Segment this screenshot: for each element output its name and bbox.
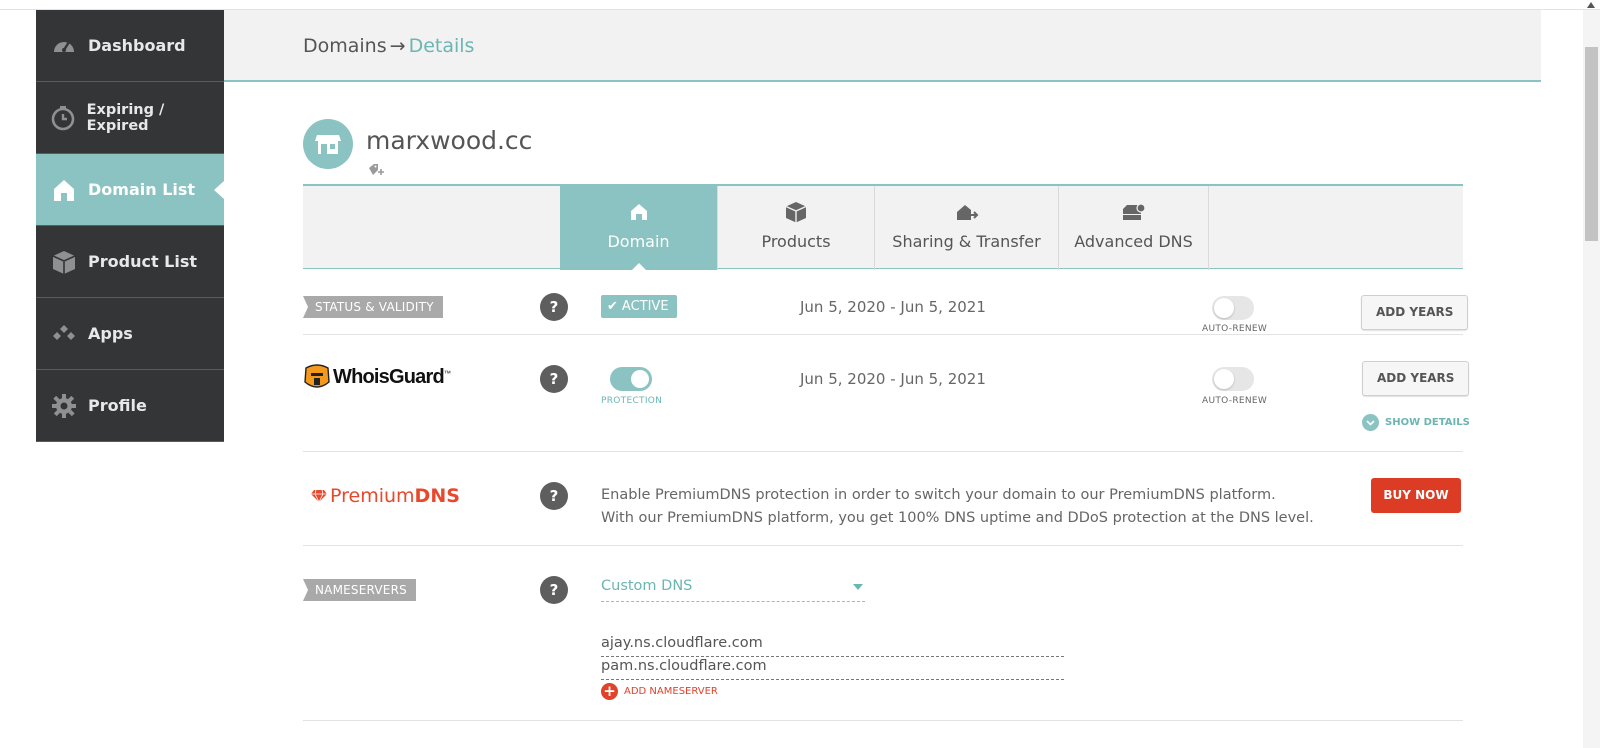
auto-renew-label: AUTO-RENEW	[1202, 396, 1268, 406]
sidebar-item-label: Apps	[88, 324, 133, 343]
sidebar-item-label: Expiring / Expired	[86, 101, 165, 134]
domain-title: marxwood.cc	[366, 126, 533, 155]
domain-store-icon	[303, 119, 353, 169]
sidebar-item-expiring[interactable]: Expiring / Expired	[36, 82, 224, 154]
row-divider	[303, 334, 1463, 335]
sidebar-item-label: Profile	[88, 396, 147, 415]
status-help-button[interactable]: ?	[540, 293, 568, 321]
nameserver-input-2[interactable]: pam.ns.cloudflare.com	[601, 658, 1064, 680]
gauge-icon	[50, 32, 78, 60]
breadcrumb-current: Details	[408, 35, 475, 57]
breadcrumb-separator: →	[389, 35, 406, 57]
show-details-label: SHOW DETAILS	[1385, 417, 1470, 428]
caret-down-icon	[853, 584, 863, 590]
house-arrow-icon	[956, 205, 978, 220]
domain-tabs: Domain Products Sharing & Transfer Advan…	[303, 184, 1463, 271]
apps-icon	[50, 320, 78, 348]
add-nameserver-label: ADD NAMESERVER	[624, 686, 718, 697]
add-tag-icon[interactable]	[368, 163, 386, 177]
sidebar-item-label: Product List	[88, 252, 198, 271]
tab-products[interactable]: Products	[717, 186, 874, 270]
premiumdns-desc-line1: Enable PremiumDNS protection in order to…	[601, 487, 1276, 503]
box-icon	[50, 248, 78, 276]
row-divider	[303, 451, 1463, 452]
dns-type-value: Custom DNS	[601, 578, 693, 594]
house-icon	[630, 204, 647, 220]
check-icon: ✔	[607, 299, 618, 314]
sidebar-item-label: Domain List	[88, 180, 196, 199]
whoisguard-auto-renew-toggle[interactable]	[1212, 367, 1254, 391]
whoisguard-mascot-icon	[304, 364, 330, 388]
domain-auto-renew-toggle[interactable]	[1212, 296, 1254, 320]
whoisguard-add-years-button[interactable]: ADD YEARS	[1362, 361, 1470, 396]
premiumdns-logo: Premium DNS	[311, 485, 460, 507]
add-nameserver-link[interactable]: + ADD NAMESERVER	[601, 683, 718, 700]
tab-label: Advanced DNS	[1074, 232, 1193, 251]
status-validity-label: STATUS & VALIDITY	[303, 296, 443, 318]
whoisguard-help-button[interactable]: ?	[540, 365, 568, 393]
sidebar-item-label: Dashboard	[88, 36, 186, 55]
gear-icon	[50, 392, 78, 420]
sidebar-item-domain-list[interactable]: Domain List	[36, 154, 224, 226]
tab-label: Sharing & Transfer	[892, 232, 1041, 251]
row-divider	[303, 720, 1463, 721]
sidebar-item-dashboard[interactable]: Dashboard	[36, 10, 224, 82]
window-top-edge	[0, 0, 1600, 10]
house-icon	[50, 176, 78, 204]
nameserver-input-1[interactable]: ajay.ns.cloudflare.com	[601, 635, 1064, 657]
breadcrumb-domains-link[interactable]: Domains	[303, 35, 387, 57]
nameservers-label: NAMESERVERS	[303, 579, 416, 601]
whoisguard-validity-dates: Jun 5, 2020 - Jun 5, 2021	[800, 370, 986, 388]
whoisguard-logo-text: WhoisGuard	[333, 365, 445, 388]
premiumdns-logo-text2: DNS	[414, 485, 460, 507]
whoisguard-wordmark: WhoisGuard™	[333, 365, 451, 389]
breadcrumb: Domains → Details	[303, 35, 474, 57]
premiumdns-description: Enable PremiumDNS protection in order to…	[601, 484, 1314, 530]
protection-label: PROTECTION	[601, 396, 663, 406]
tab-domain[interactable]: Domain	[560, 186, 717, 271]
tab-label: Products	[761, 232, 831, 251]
page-header: Domains → Details	[224, 10, 1541, 82]
chevron-down-icon	[1362, 414, 1379, 431]
dns-type-select[interactable]: Custom DNS	[601, 578, 865, 602]
clock-icon	[50, 104, 77, 132]
whoisguard-tm: ™	[443, 369, 451, 377]
tab-sharing-transfer[interactable]: Sharing & Transfer	[874, 186, 1058, 270]
domain-validity-dates: Jun 5, 2020 - Jun 5, 2021	[800, 298, 986, 316]
scroll-up-arrow-icon[interactable]	[1587, 2, 1595, 8]
sidebar-item-profile[interactable]: Profile	[36, 370, 224, 442]
plus-circle-icon: +	[601, 683, 618, 700]
scrollbar-thumb[interactable]	[1585, 47, 1598, 241]
buy-now-button[interactable]: BUY NOW	[1371, 478, 1461, 513]
diamond-icon	[311, 489, 327, 503]
nameservers-help-button[interactable]: ?	[540, 576, 568, 604]
whoisguard-logo: WhoisGuard™	[303, 364, 451, 390]
server-gear-icon	[1122, 203, 1146, 220]
sidebar-item-apps[interactable]: Apps	[36, 298, 224, 370]
status-badge-text: ACTIVE	[621, 299, 669, 314]
row-divider	[303, 545, 1463, 546]
premiumdns-help-button[interactable]: ?	[540, 482, 568, 510]
sidebar: Dashboard Expiring / Expired Domain List…	[36, 10, 224, 442]
premiumdns-desc-line2: With our PremiumDNS platform, you get 10…	[601, 510, 1314, 526]
tab-divider	[1208, 186, 1209, 270]
premiumdns-logo-text1: Premium	[330, 485, 415, 507]
add-years-button[interactable]: ADD YEARS	[1361, 295, 1469, 330]
auto-renew-label: AUTO-RENEW	[1202, 324, 1268, 334]
whoisguard-protection-toggle[interactable]	[610, 367, 652, 391]
sidebar-item-product-list[interactable]: Product List	[36, 226, 224, 298]
show-details-link[interactable]: SHOW DETAILS	[1362, 414, 1470, 431]
tab-advanced-dns[interactable]: Advanced DNS	[1058, 186, 1208, 270]
box-icon	[785, 202, 807, 223]
status-badge: ✔ ACTIVE	[601, 295, 677, 318]
tab-label: Domain	[607, 232, 670, 251]
